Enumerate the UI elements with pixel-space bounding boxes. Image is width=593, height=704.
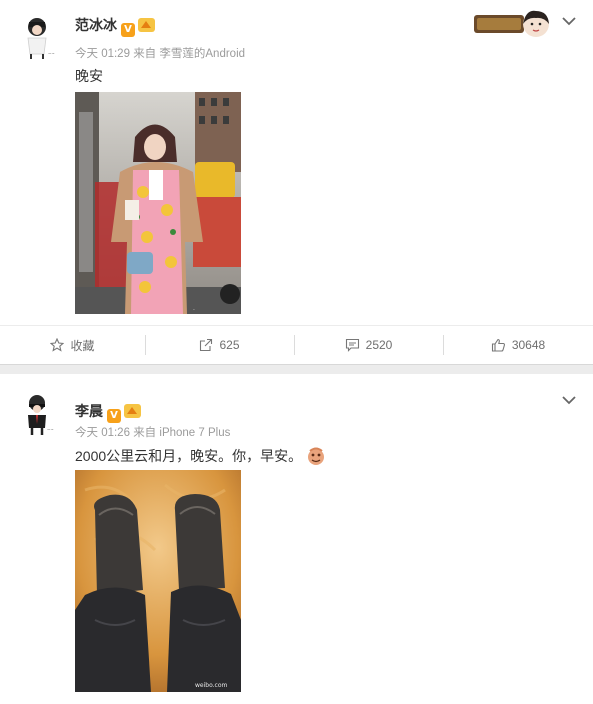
- comment-icon: [345, 338, 359, 352]
- author-name[interactable]: 范冰冰 V: [75, 15, 155, 37]
- like-button[interactable]: 30648: [443, 326, 593, 364]
- svg-text:~~: ~~: [48, 51, 55, 56]
- post-source[interactable]: 李雪莲的Android: [159, 48, 245, 60]
- author-name-text[interactable]: 范冰冰: [75, 18, 117, 34]
- star-icon: [50, 338, 65, 352]
- post-image[interactable]: weibo.com: [75, 470, 241, 692]
- verified-v-icon: V: [121, 23, 135, 37]
- member-crown-icon: [124, 404, 141, 418]
- source-prefix: 来自: [133, 48, 157, 60]
- comment-count: 2520: [365, 338, 393, 352]
- weibo-post-1: ~~ 范冰冰 V 今天 01:29 来自 李雪莲的Android 晚安 . 收藏…: [0, 0, 593, 364]
- comment-button[interactable]: 2520: [294, 326, 443, 364]
- post-meta: 今天 01:29 来自 李雪莲的Android: [75, 45, 245, 61]
- repost-icon: [200, 338, 213, 352]
- author-name[interactable]: 李晨 V: [75, 401, 141, 423]
- verified-v-icon: V: [107, 409, 121, 423]
- like-count: 30648: [511, 338, 546, 352]
- card-decoration-banner: [474, 10, 549, 37]
- post-image[interactable]: .: [75, 92, 241, 314]
- favorite-button[interactable]: 收藏: [0, 326, 145, 364]
- post-time[interactable]: 今天 01:26: [75, 427, 130, 439]
- action-bar: 收藏 625 2520 30648: [0, 325, 593, 364]
- emoji-icon: [308, 447, 325, 465]
- post-text: 2000公里云和月，晚安。你，早安。: [75, 446, 326, 466]
- author-name-text[interactable]: 李晨: [75, 404, 103, 420]
- avatar[interactable]: ~~: [14, 14, 60, 60]
- post-text: 晚安: [75, 68, 103, 84]
- chevron-down-icon[interactable]: [561, 15, 577, 27]
- post-time[interactable]: 今天 01:29: [75, 48, 130, 60]
- post-source[interactable]: iPhone 7 Plus: [159, 427, 230, 439]
- svg-text:weibo.com: weibo.com: [195, 682, 228, 689]
- svg-text:.: .: [193, 305, 195, 312]
- source-prefix: 来自: [133, 427, 157, 439]
- weibo-post-2: ~~ 李晨 V 今天 01:26 来自 iPhone 7 Plus 2000公里云…: [0, 374, 593, 704]
- favorite-label: 收藏: [70, 338, 95, 353]
- repost-button[interactable]: 625: [145, 326, 294, 364]
- like-icon: [491, 338, 505, 352]
- svg-text:~~: ~~: [47, 427, 54, 432]
- post-meta: 今天 01:26 来自 iPhone 7 Plus: [75, 424, 230, 440]
- repost-count: 625: [219, 338, 240, 352]
- chevron-down-icon[interactable]: [561, 394, 577, 406]
- member-crown-icon: [138, 18, 155, 32]
- post-text-content: 2000公里云和月，晚安。你，早安。: [75, 448, 303, 464]
- avatar[interactable]: ~~: [14, 390, 60, 436]
